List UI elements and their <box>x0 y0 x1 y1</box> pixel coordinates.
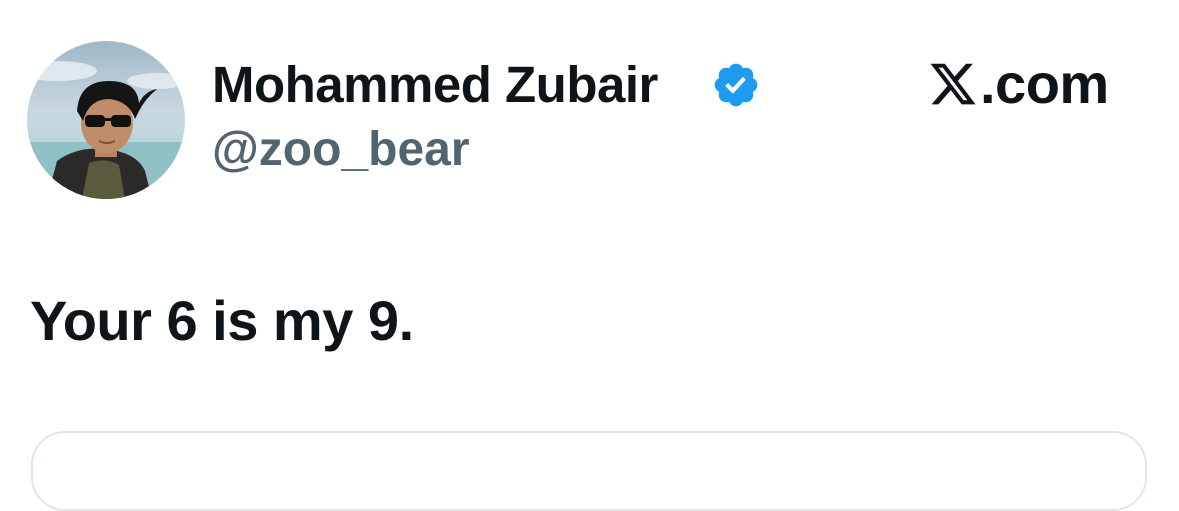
x-logo-icon <box>930 63 976 105</box>
user-handle[interactable]: @zoo_bear <box>212 121 470 179</box>
tweet-screenshot: Mohammed Zubair @zoo_bear .com Your 6 is… <box>0 0 1179 511</box>
embedded-card[interactable] <box>31 431 1147 511</box>
display-name[interactable]: Mohammed Zubair <box>212 55 658 115</box>
avatar[interactable] <box>27 41 185 199</box>
verified-badge-icon <box>714 63 758 107</box>
profile-photo <box>27 41 185 199</box>
tweet-text: Your 6 is my 9. <box>30 289 414 352</box>
domain-text: .com <box>980 52 1109 115</box>
brand-domain: .com <box>928 54 1109 114</box>
